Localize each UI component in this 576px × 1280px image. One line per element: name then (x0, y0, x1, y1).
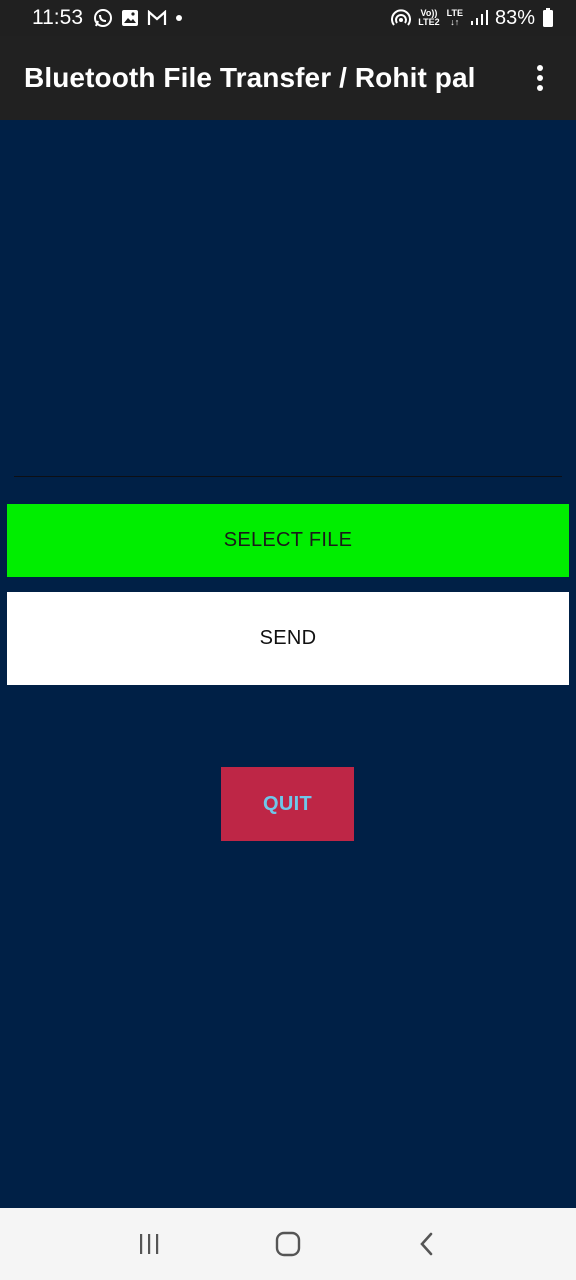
battery-text: 83% (494, 6, 535, 29)
app-bar: Bluetooth File Transfer / Rohit pal (0, 36, 576, 120)
main-content: SELECT FILE SEND QUIT (0, 120, 576, 1208)
network-bottom-text: LTE2 (418, 17, 440, 27)
status-left: 11:53 (32, 6, 191, 30)
signal-icon (470, 10, 488, 26)
select-file-button[interactable]: SELECT FILE (7, 504, 569, 577)
volte-indicator: Vo)) LTE2 (418, 9, 439, 27)
status-bar: 11:53 Vo)) LTE2 LTE ↓↑ 83% (0, 0, 576, 36)
gallery-icon (121, 9, 139, 27)
divider (14, 476, 562, 477)
lte-indicator: LTE ↓↑ (447, 9, 463, 27)
recent-apps-icon[interactable] (119, 1214, 179, 1274)
status-time: 11:53 (32, 6, 83, 29)
gmail-icon (147, 10, 167, 26)
more-vert-icon[interactable] (528, 60, 552, 96)
dot-icon (175, 14, 183, 22)
home-icon[interactable] (258, 1214, 318, 1274)
whatsapp-icon (93, 8, 113, 28)
back-icon[interactable] (397, 1214, 457, 1274)
lte-bottom-text: ↓↑ (450, 17, 460, 27)
status-right: Vo)) LTE2 LTE ↓↑ 83% (384, 7, 554, 30)
app-title: Bluetooth File Transfer / Rohit pal (24, 62, 476, 93)
navigation-bar (0, 1208, 576, 1280)
send-button[interactable]: SEND (7, 592, 569, 685)
quit-button[interactable]: QUIT (221, 767, 354, 841)
hotspot-icon (391, 8, 412, 28)
battery-icon (542, 8, 554, 28)
